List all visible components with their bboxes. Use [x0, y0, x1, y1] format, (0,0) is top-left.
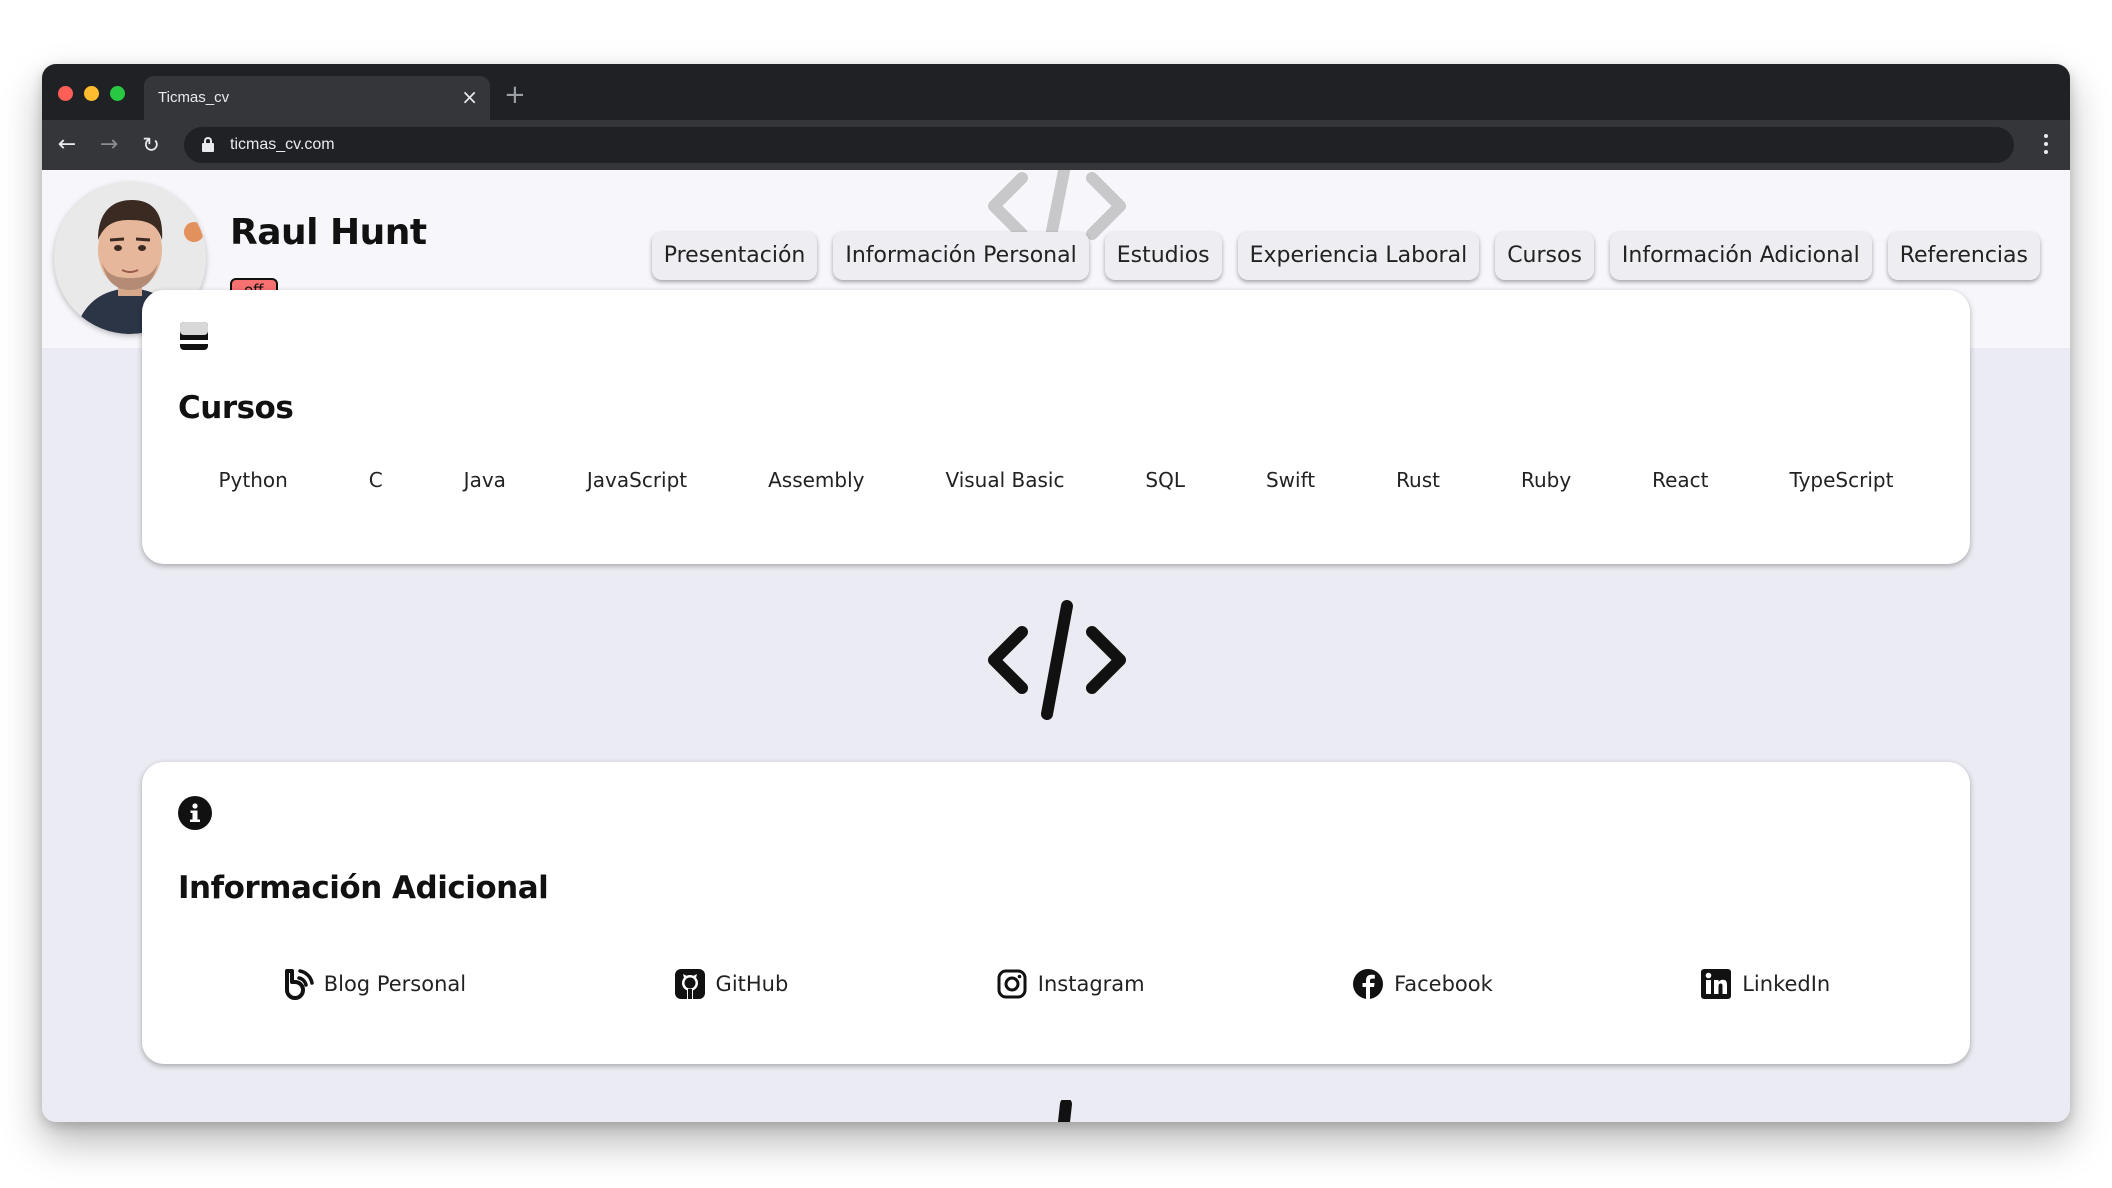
informacion-adicional-title: Información Adicional [178, 870, 549, 906]
nav-item-informacion-adicional[interactable]: Información Adicional [1609, 232, 1872, 280]
course-item[interactable]: C [369, 468, 383, 492]
code-icon-partial [1057, 1100, 1072, 1122]
back-arrow-icon[interactable]: ← [52, 130, 82, 160]
main-nav: Presentación Información Personal Estudi… [651, 232, 2040, 280]
course-item[interactable]: JavaScript [587, 468, 687, 492]
facebook-link[interactable]: Facebook [1352, 968, 1493, 1000]
cursos-card: Cursos Python C Java JavaScript Assembly… [142, 290, 1970, 564]
tab-bar: Ticmas_cv × + [42, 64, 2070, 120]
nav-item-experiencia-laboral[interactable]: Experiencia Laboral [1237, 232, 1480, 280]
address-bar: ← → ↻ ticmas_cv.com [42, 120, 2070, 170]
code-icon [988, 600, 1126, 720]
course-item[interactable]: SQL [1145, 468, 1185, 492]
tab-close-icon[interactable]: × [461, 85, 478, 109]
info-icon [178, 796, 212, 830]
course-item[interactable]: Rust [1396, 468, 1440, 492]
course-item[interactable]: Assembly [768, 468, 864, 492]
blog-personal-link[interactable]: Blog Personal [282, 968, 466, 1000]
nav-item-informacion-personal[interactable]: Información Personal [833, 232, 1089, 280]
course-item[interactable]: Java [464, 468, 506, 492]
social-links: Blog Personal GitHub Instagram Facebook … [178, 968, 1934, 1000]
nav-item-estudios[interactable]: Estudios [1104, 232, 1222, 280]
linkedin-label: LinkedIn [1742, 972, 1831, 996]
facebook-icon [1353, 969, 1384, 999]
nav-item-cursos[interactable]: Cursos [1495, 232, 1594, 280]
linkedin-link[interactable]: LinkedIn [1700, 968, 1830, 1000]
course-item[interactable]: TypeScript [1789, 468, 1893, 492]
instagram-label: Instagram [1037, 972, 1145, 996]
credit-card-icon [180, 322, 208, 350]
close-window-button[interactable] [58, 86, 73, 101]
url-field[interactable]: ticmas_cv.com [184, 127, 2014, 163]
nav-item-referencias[interactable]: Referencias [1887, 232, 2040, 280]
tab-title: Ticmas_cv [158, 89, 230, 106]
browser-window: Ticmas_cv × + ← → ↻ ticmas_cv.com Raul H… [42, 64, 2070, 1122]
course-list: Python C Java JavaScript Assembly Visual… [178, 468, 1934, 492]
informacion-adicional-card: Información Adicional Blog Personal GitH… [142, 762, 1970, 1064]
linkedin-icon [1701, 969, 1732, 999]
browser-tab[interactable]: Ticmas_cv × [144, 76, 490, 120]
course-item[interactable]: React [1652, 468, 1708, 492]
forward-arrow-icon[interactable]: → [94, 130, 124, 160]
reload-icon[interactable]: ↻ [136, 130, 166, 160]
browser-menu-icon[interactable] [2036, 130, 2056, 160]
nav-item-presentacion[interactable]: Presentación [651, 232, 818, 280]
github-label: GitHub [715, 972, 789, 996]
cursos-title: Cursos [178, 390, 294, 426]
course-item[interactable]: Swift [1266, 468, 1315, 492]
lock-icon [202, 137, 214, 152]
instagram-icon [997, 969, 1027, 999]
course-item[interactable]: Visual Basic [945, 468, 1064, 492]
page-viewport[interactable]: Raul Hunt off Presentación Información P… [42, 170, 2070, 1122]
course-item[interactable]: Ruby [1521, 468, 1571, 492]
new-tab-button[interactable]: + [504, 80, 526, 110]
minimize-window-button[interactable] [84, 86, 99, 101]
github-icon [674, 969, 705, 999]
maximize-window-button[interactable] [110, 86, 125, 101]
url-text: ticmas_cv.com [230, 136, 335, 153]
course-item[interactable]: Python [218, 468, 287, 492]
facebook-label: Facebook [1394, 972, 1493, 996]
instagram-link[interactable]: Instagram [996, 968, 1145, 1000]
blogger-icon [284, 969, 314, 1000]
blog-personal-label: Blog Personal [323, 972, 467, 996]
github-link[interactable]: GitHub [674, 968, 789, 1000]
profile-name: Raul Hunt [230, 212, 427, 253]
